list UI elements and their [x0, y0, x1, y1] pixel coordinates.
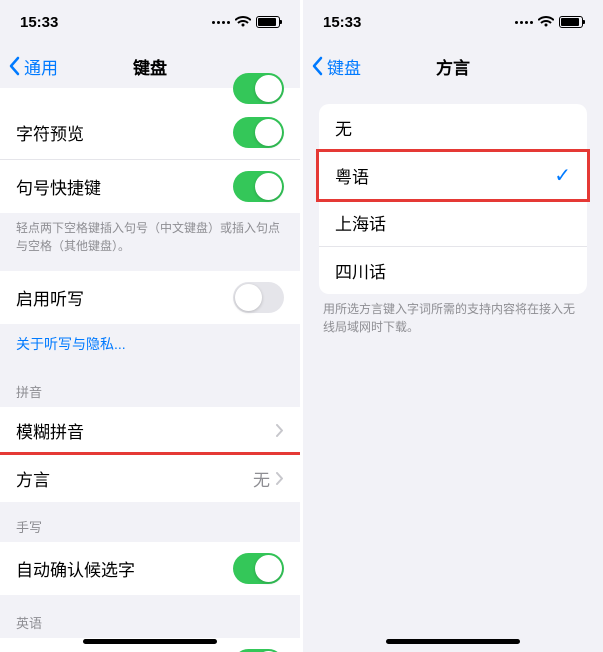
label-auto-confirm: 自动确认候选字 — [16, 556, 135, 581]
toggle-auto-confirm[interactable] — [233, 553, 284, 584]
label-none: 无 — [335, 115, 352, 140]
section-pinyin: 拼音 — [0, 364, 300, 407]
note-space: 轻点两下空格键插入句号（中文键盘）或插入句点与空格（其他键盘）。 — [0, 213, 300, 271]
label-fuzzy-pinyin: 模糊拼音 — [16, 418, 84, 443]
option-shanghai[interactable]: 上海话 — [319, 199, 587, 247]
row-auto-confirm: 自动确认候选字 — [0, 542, 300, 595]
content: 无 粤语 ✓ 上海话 四川话 用所选方言键入字词所需的支持内容将在接入无线局域网… — [303, 88, 603, 352]
option-sichuan[interactable]: 四川话 — [319, 247, 587, 294]
nav-title: 键盘 — [133, 54, 167, 79]
row-dictation: 启用听写 — [0, 271, 300, 324]
cellular-icon — [515, 21, 533, 24]
back-button[interactable]: 键盘 — [311, 54, 361, 79]
partial-row — [0, 88, 300, 106]
row-dialect[interactable]: 方言 无 — [0, 452, 300, 502]
section-hand: 手写 — [0, 499, 300, 542]
battery-icon — [256, 16, 280, 28]
battery-icon — [559, 16, 583, 28]
group-hand: 自动确认候选字 — [0, 542, 300, 595]
status-time: 15:33 — [323, 14, 361, 31]
label-sichuan: 四川话 — [335, 258, 386, 283]
label-shanghai: 上海话 — [335, 210, 386, 235]
status-icons — [515, 16, 583, 28]
home-indicator[interactable] — [83, 639, 217, 644]
label-cantonese: 粤语 — [335, 163, 369, 188]
chevron-right-icon — [276, 472, 284, 485]
section-english: 英语 — [0, 595, 300, 638]
status-icons — [212, 16, 280, 28]
back-button[interactable]: 通用 — [8, 54, 58, 79]
label-period-shortcut: 句号快捷键 — [16, 174, 101, 199]
status-bar: 15:33 — [0, 0, 300, 44]
link-dictation-privacy[interactable]: 关于听写与隐私... — [0, 324, 300, 364]
toggle-dictation[interactable] — [233, 282, 284, 313]
row-period-shortcut: 句号快捷键 — [0, 160, 300, 213]
status-bar: 15:33 — [303, 0, 603, 44]
toggle-partial[interactable] — [233, 73, 284, 104]
home-indicator[interactable] — [386, 639, 520, 644]
note-dialect: 用所选方言键入字词所需的支持内容将在接入无线局域网时下载。 — [319, 294, 587, 352]
toggle-char-preview[interactable] — [233, 117, 284, 148]
row-char-preview: 字符预览 — [0, 106, 300, 160]
value-dialect: 无 — [253, 466, 270, 491]
chevron-right-icon — [276, 424, 284, 437]
option-cantonese[interactable]: 粤语 ✓ — [316, 149, 590, 202]
wifi-icon — [538, 16, 554, 28]
group-dictation: 启用听写 — [0, 271, 300, 324]
status-time: 15:33 — [20, 14, 58, 31]
checkmark-icon: ✓ — [554, 163, 571, 188]
label-dialect: 方言 — [16, 466, 50, 491]
row-fuzzy-pinyin[interactable]: 模糊拼音 — [0, 407, 300, 455]
chevron-left-icon — [311, 56, 323, 76]
back-label: 键盘 — [327, 54, 361, 79]
chevron-left-icon — [8, 56, 20, 76]
toggle-period-shortcut[interactable] — [233, 171, 284, 202]
dialect-settings-screen: 15:33 键盘 方言 无 粤语 ✓ 上海话 四川话 — [303, 0, 603, 652]
back-label: 通用 — [24, 54, 58, 79]
wifi-icon — [235, 16, 251, 28]
option-none[interactable]: 无 — [319, 104, 587, 152]
nav-title: 方言 — [436, 54, 470, 79]
group-text: 字符预览 句号快捷键 — [0, 106, 300, 213]
label-char-preview: 字符预览 — [16, 120, 84, 145]
label-dictation: 启用听写 — [16, 285, 84, 310]
content: 字符预览 句号快捷键 轻点两下空格键插入句号（中文键盘）或插入句点与空格（其他键… — [0, 88, 300, 652]
group-pinyin: 模糊拼音 方言 无 — [0, 407, 300, 502]
nav-bar: 键盘 方言 — [303, 44, 603, 88]
group-dialect-options: 无 粤语 ✓ 上海话 四川话 — [319, 104, 587, 294]
cellular-icon — [212, 21, 230, 24]
keyboard-settings-screen: 15:33 通用 键盘 字符预览 句号快捷键 轻点两下空格键插入句号（中 — [0, 0, 300, 652]
